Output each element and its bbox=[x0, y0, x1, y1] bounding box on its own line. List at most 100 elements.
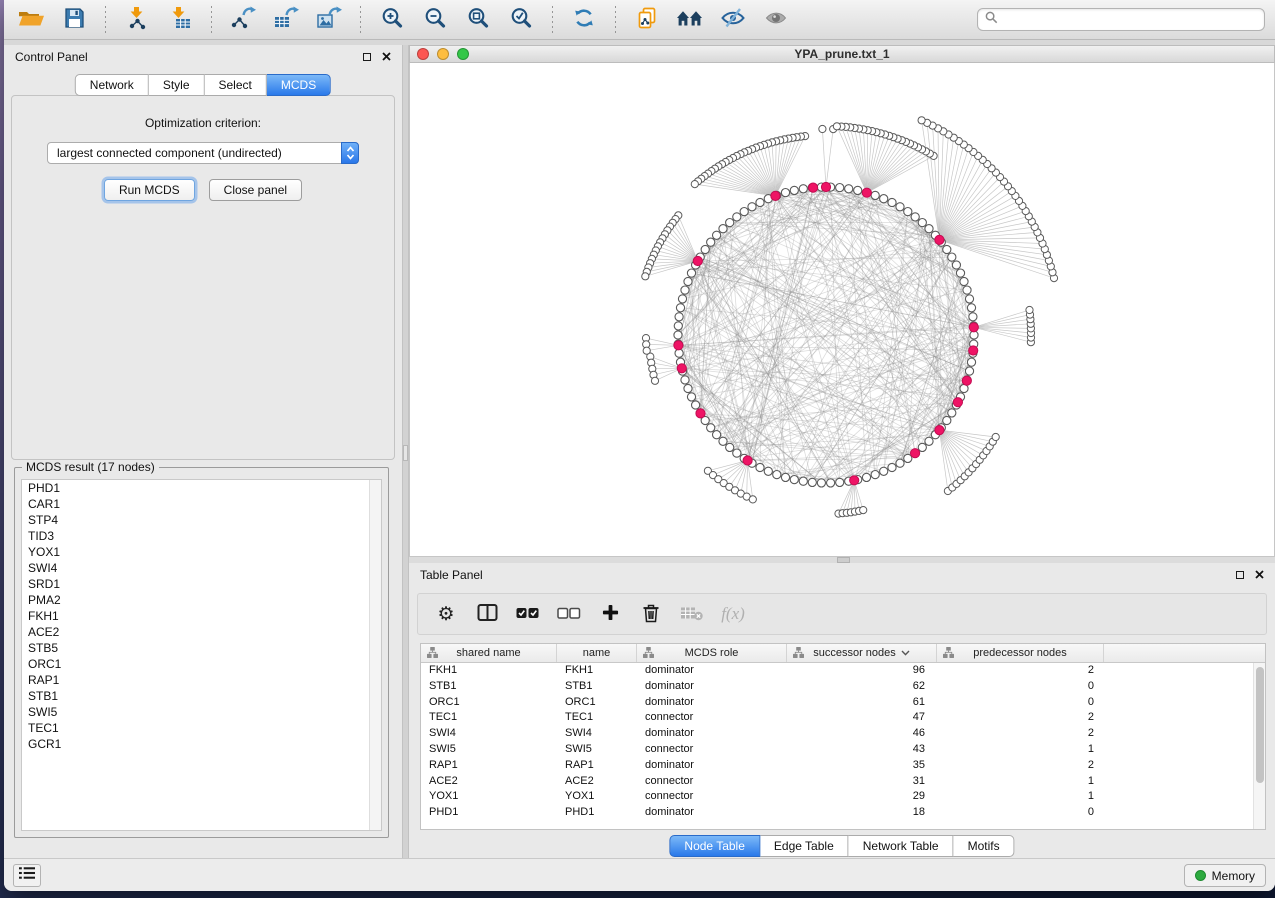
table-row[interactable]: ORC1ORC1dominator610 bbox=[421, 695, 1265, 711]
split-panel-button[interactable] bbox=[474, 600, 500, 628]
network-canvas[interactable] bbox=[409, 63, 1275, 557]
close-panel-button[interactable]: Close panel bbox=[209, 179, 302, 201]
mcds-result-item[interactable]: YOX1 bbox=[22, 544, 381, 560]
tab-style[interactable]: Style bbox=[149, 74, 205, 96]
table-row[interactable]: SWI5SWI5connector431 bbox=[421, 742, 1265, 758]
table-row[interactable]: ACE2ACE2connector311 bbox=[421, 774, 1265, 790]
mcds-result-item[interactable]: ACE2 bbox=[22, 624, 381, 640]
mcds-result-item[interactable]: SRD1 bbox=[22, 576, 381, 592]
save-session-button[interactable] bbox=[57, 4, 91, 36]
show-all-icon bbox=[764, 6, 788, 33]
graph-leaf-nodes[interactable] bbox=[642, 117, 1058, 518]
search-input[interactable] bbox=[1003, 12, 1257, 28]
table-cell: YOX1 bbox=[421, 789, 557, 805]
table-cell: dominator bbox=[637, 663, 787, 679]
network-graph[interactable] bbox=[410, 63, 1274, 555]
zoom-fit-button[interactable] bbox=[461, 4, 495, 36]
clear-table-button[interactable] bbox=[679, 600, 705, 628]
table-row[interactable]: STB1STB1dominator620 bbox=[421, 679, 1265, 695]
tab-select[interactable]: Select bbox=[205, 74, 267, 96]
vertical-splitter[interactable] bbox=[402, 45, 409, 858]
export-table-button[interactable] bbox=[269, 4, 303, 36]
mcds-result-item[interactable]: FKH1 bbox=[22, 608, 381, 624]
first-neighbors-button[interactable] bbox=[673, 4, 707, 36]
tab-motifs[interactable]: Motifs bbox=[954, 835, 1015, 857]
zoom-selected-icon bbox=[509, 6, 533, 33]
hide-selected-button[interactable] bbox=[716, 4, 750, 36]
tab-network[interactable]: Network bbox=[75, 74, 149, 96]
task-history-button[interactable] bbox=[13, 864, 41, 887]
mcds-result-item[interactable]: SWI4 bbox=[22, 560, 381, 576]
mcds-result-item[interactable]: STP4 bbox=[22, 512, 381, 528]
scrollbar-thumb[interactable] bbox=[1256, 667, 1264, 783]
column-header-name[interactable]: name bbox=[557, 644, 637, 662]
splitter-grip[interactable] bbox=[403, 445, 408, 461]
clone-network-button[interactable] bbox=[630, 4, 664, 36]
optimization-criterion-select[interactable]: largest connected component (undirected) bbox=[47, 142, 359, 164]
mcds-result-item[interactable]: TEC1 bbox=[22, 720, 381, 736]
table-row[interactable]: PHD1PHD1dominator180 bbox=[421, 805, 1265, 821]
show-all-button[interactable] bbox=[759, 4, 793, 36]
float-panel-icon[interactable] bbox=[363, 53, 371, 61]
table-cell: TEC1 bbox=[421, 710, 557, 726]
zoom-out-button[interactable] bbox=[418, 4, 452, 36]
column-settings-button[interactable]: ⚙ bbox=[433, 600, 459, 628]
export-network-icon bbox=[230, 6, 256, 33]
list-scrollbar[interactable] bbox=[369, 480, 381, 830]
memory-button[interactable]: Memory bbox=[1184, 864, 1266, 887]
tab-edge-table[interactable]: Edge Table bbox=[760, 835, 849, 857]
close-panel-icon[interactable] bbox=[382, 50, 391, 64]
table-row[interactable]: TEC1TEC1connector472 bbox=[421, 710, 1265, 726]
mcds-result-item[interactable]: TID3 bbox=[22, 528, 381, 544]
table-cell: dominator bbox=[637, 679, 787, 695]
table-scrollbar[interactable] bbox=[1253, 663, 1265, 829]
close-panel-icon[interactable] bbox=[1255, 568, 1264, 582]
mcds-result-item[interactable]: SWI5 bbox=[22, 704, 381, 720]
mcds-result-item[interactable]: GCR1 bbox=[22, 736, 381, 752]
open-session-button[interactable] bbox=[14, 4, 48, 36]
float-panel-icon[interactable] bbox=[1236, 571, 1244, 579]
deselect-all-button[interactable] bbox=[556, 600, 582, 628]
optimization-criterion-value: largest connected component (undirected) bbox=[57, 146, 282, 160]
search-field[interactable] bbox=[977, 8, 1265, 31]
hide-selected-icon bbox=[720, 6, 746, 33]
memory-status-icon bbox=[1195, 870, 1206, 881]
clear-table-icon bbox=[681, 605, 703, 624]
zoom-in-button[interactable] bbox=[375, 4, 409, 36]
close-window-icon[interactable] bbox=[417, 48, 429, 60]
select-all-button[interactable] bbox=[515, 600, 541, 628]
export-image-button[interactable] bbox=[312, 4, 346, 36]
function-builder-button[interactable]: f(x) bbox=[720, 600, 746, 628]
tab-mcds[interactable]: MCDS bbox=[267, 74, 331, 96]
import-table-button[interactable] bbox=[163, 4, 197, 36]
mcds-result-item[interactable]: RAP1 bbox=[22, 672, 381, 688]
import-network-button[interactable] bbox=[120, 4, 154, 36]
add-row-button[interactable] bbox=[597, 600, 623, 628]
delete-row-button[interactable] bbox=[638, 600, 664, 628]
mcds-result-item[interactable]: STB1 bbox=[22, 688, 381, 704]
table-cell: dominator bbox=[637, 726, 787, 742]
column-header-successor-nodes[interactable]: successor nodes bbox=[787, 644, 937, 662]
refresh-button[interactable] bbox=[567, 4, 601, 36]
table-row[interactable]: YOX1YOX1connector291 bbox=[421, 789, 1265, 805]
search-icon bbox=[985, 11, 998, 29]
table-row[interactable]: SWI4SWI4dominator462 bbox=[421, 726, 1265, 742]
column-header-shared-name[interactable]: shared name bbox=[421, 644, 557, 662]
mcds-result-item[interactable]: STB5 bbox=[22, 640, 381, 656]
column-header-predecessor-nodes[interactable]: predecessor nodes bbox=[937, 644, 1104, 662]
table-cell: 96 bbox=[787, 663, 937, 679]
mcds-result-item[interactable]: ORC1 bbox=[22, 656, 381, 672]
minimize-window-icon[interactable] bbox=[437, 48, 449, 60]
tab-node-table[interactable]: Node Table bbox=[669, 835, 760, 857]
column-header-MCDS-role[interactable]: MCDS role bbox=[637, 644, 787, 662]
table-row[interactable]: FKH1FKH1dominator962 bbox=[421, 663, 1265, 679]
mcds-result-item[interactable]: PMA2 bbox=[22, 592, 381, 608]
table-row[interactable]: RAP1RAP1dominator352 bbox=[421, 758, 1265, 774]
run-mcds-button[interactable]: Run MCDS bbox=[104, 179, 195, 201]
mcds-result-item[interactable]: CAR1 bbox=[22, 496, 381, 512]
mcds-result-item[interactable]: PHD1 bbox=[22, 480, 381, 496]
maximize-window-icon[interactable] bbox=[457, 48, 469, 60]
zoom-selected-button[interactable] bbox=[504, 4, 538, 36]
export-network-button[interactable] bbox=[226, 4, 260, 36]
tab-network-table[interactable]: Network Table bbox=[849, 835, 954, 857]
